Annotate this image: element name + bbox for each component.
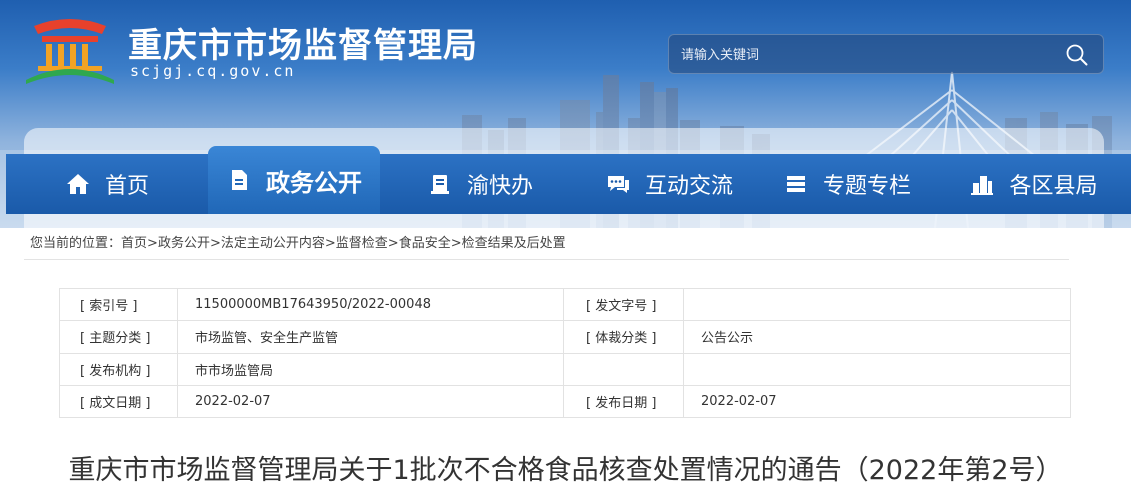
breadcrumb: 您当前的位置：首页>政务公开>法定主动公开内容>监督检查>食品安全>检查结果及后… [24,228,1069,260]
nav-item-special-topics[interactable]: 专题专栏 [758,154,936,214]
search-box [668,34,1104,74]
nav-label: 首页 [104,174,149,199]
nav-label: 专题专栏 [822,174,911,199]
nav-label: 渝快办 [466,174,533,199]
meta-key: [ 发文字号 ] [563,287,684,322]
search-input[interactable] [681,43,1051,67]
buildings-icon [971,176,994,195]
layers-icon [786,176,805,192]
table-row: [ 成文日期 ] 2022-02-07 [ 发布日期 ] 2022-02-07 [59,384,1071,419]
site-title: 重庆市市场监督管理局 [128,26,478,66]
home-icon [66,174,89,194]
meta-value [683,287,1071,322]
document-icon [232,170,247,190]
nav-item-district-bureaus[interactable]: 各区县局 [936,154,1131,214]
breadcrumb-link-home[interactable]: 首页 [121,236,147,251]
breadcrumb-link-government-affairs[interactable]: 政务公开 [158,236,210,251]
meta-value: 11500000MB17643950/2022-00048 [177,287,564,322]
search-icon[interactable] [1065,43,1089,67]
book-icon [430,175,449,194]
meta-key: [ 索引号 ] [59,287,178,322]
meta-value [683,352,1071,386]
breadcrumb-separator: > [324,236,336,251]
meta-key [563,352,684,386]
meta-key: [ 主题分类 ] [59,320,178,354]
breadcrumb-prefix: 您当前的位置： [30,236,122,251]
breadcrumb-separator: > [147,236,158,251]
table-row: [ 发布机构 ] 市市场监管局 [59,352,1071,386]
breadcrumb-separator: > [387,236,399,251]
breadcrumb-separator: > [450,236,462,251]
site-logo[interactable] [24,12,116,86]
nav-label: 政务公开 [266,168,362,197]
meta-key: [ 发布机构 ] [59,352,178,386]
meta-key: [ 发布日期 ] [563,384,684,419]
breadcrumb-link-inspection-results[interactable]: 检查结果及后处置 [462,236,566,251]
meta-key: [ 体裁分类 ] [563,320,684,354]
nav-item-interaction[interactable]: 互动交流 [580,154,758,214]
nav-item-home[interactable]: 首页 [6,154,208,214]
nav-item-government-affairs[interactable]: 政务公开 [208,146,380,214]
nav-label: 各区县局 [1009,174,1098,199]
article-title: 重庆市市场监督管理局关于1批次不合格食品核查处置情况的通告（2022年第2号） [68,455,1063,486]
site-domain: scjgj.cq.gov.cn [130,62,296,80]
meta-value: 2022-02-07 [683,384,1071,419]
table-row: [ 主题分类 ] 市场监管、安全生产监管 [ 体裁分类 ] 公告公示 [59,320,1071,354]
meta-value: 2022-02-07 [177,384,564,419]
breadcrumb-separator: > [209,236,221,251]
main-nav: 首页 政务公开 渝快办 互动交流 专题专栏 各区县局 [6,146,1131,214]
meta-key: [ 成文日期 ] [59,384,178,419]
nav-label: 互动交流 [644,174,733,199]
meta-value: 公告公示 [683,320,1071,354]
meta-value: 市市场监管局 [177,352,564,386]
document-meta-table: [ 索引号 ] 11500000MB17643950/2022-00048 [ … [59,287,1071,419]
breadcrumb-link-food-safety[interactable]: 食品安全 [399,236,451,251]
nav-item-yukuaiban[interactable]: 渝快办 [380,154,580,214]
breadcrumb-link-statutory-disclosure[interactable]: 法定主动公开内容 [221,236,325,251]
table-row: [ 索引号 ] 11500000MB17643950/2022-00048 [ … [59,287,1071,322]
chat-icon [607,176,629,193]
meta-value: 市场监管、安全生产监管 [177,320,564,354]
breadcrumb-link-supervision-inspection[interactable]: 监督检查 [336,236,388,251]
